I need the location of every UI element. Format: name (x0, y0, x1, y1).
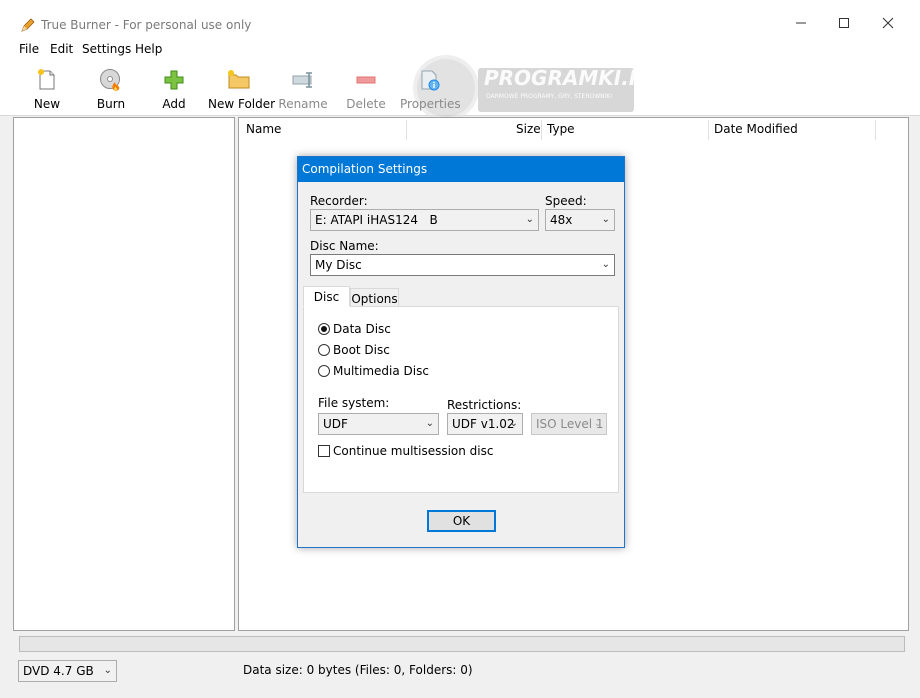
disc-type-value: DVD 4.7 GB (23, 664, 94, 678)
column-separator[interactable] (541, 120, 542, 140)
file-system-value: UDF (323, 417, 348, 431)
restrictions-label: Restrictions: (447, 398, 522, 412)
burn-disc-icon (100, 69, 120, 91)
add-label: Add (162, 97, 186, 111)
chevron-down-icon: ⌄ (509, 418, 518, 429)
column-separator[interactable] (406, 120, 407, 140)
speed-value: 48x (550, 213, 573, 227)
dialog-title: Compilation Settings (298, 157, 624, 182)
recorder-value: E: ATAPI iHAS124 B (315, 213, 438, 227)
new-button[interactable]: New (23, 64, 71, 114)
tab-options[interactable]: Options (350, 288, 399, 307)
compilation-settings-dialog: Compilation Settings Recorder: E: ATAPI … (297, 156, 625, 548)
new-folder-icon (228, 70, 250, 89)
watermark-brand: PROGRAMKI.PL (484, 66, 657, 90)
disc-name-label: Disc Name: (310, 239, 379, 253)
delete-label: Delete (346, 97, 386, 111)
close-icon (882, 17, 894, 29)
boot-disc-radio[interactable] (318, 344, 330, 356)
column-separator[interactable] (708, 120, 709, 140)
new-document-icon (38, 69, 55, 90)
burn-button[interactable]: Burn (86, 64, 136, 114)
burn-progress-bar (19, 636, 905, 652)
column-separator[interactable] (875, 120, 876, 140)
multisession-label[interactable]: Continue multisession disc (333, 444, 493, 458)
maximize-icon (839, 18, 849, 28)
window-title: True Burner - For personal use only (41, 18, 252, 32)
rename-button[interactable]: Rename (277, 64, 329, 114)
properties-icon (421, 70, 440, 91)
burn-label: Burn (96, 97, 126, 111)
ok-button[interactable]: OK (427, 510, 496, 532)
column-header-name[interactable]: Name (246, 118, 281, 140)
speed-label: Speed: (545, 194, 587, 208)
rename-label: Rename (278, 97, 328, 111)
add-plus-icon (164, 70, 184, 90)
new-folder-label: New Folder (208, 97, 276, 111)
restrictions-value: UDF v1.02 (452, 417, 515, 431)
column-header-size[interactable]: Size (516, 118, 541, 140)
folder-tree-pane[interactable] (13, 117, 235, 631)
menu-edit[interactable]: Edit (50, 42, 73, 56)
menu-settings[interactable]: Settings (82, 42, 131, 56)
chevron-down-icon: ⌄ (601, 259, 610, 270)
minimize-icon (796, 22, 806, 24)
column-header-date-modified[interactable]: Date Modified (714, 118, 798, 140)
chevron-down-icon: ⌄ (593, 418, 602, 429)
chevron-down-icon: ⌄ (425, 418, 434, 429)
new-folder-button[interactable]: New Folder (208, 64, 276, 114)
delete-button[interactable]: Delete (342, 64, 390, 114)
new-label: New (33, 97, 61, 111)
restrictions-select[interactable]: UDF v1.02 ⌄ (447, 413, 523, 435)
file-system-select[interactable]: UDF ⌄ (318, 413, 439, 435)
multisession-checkbox[interactable] (318, 445, 330, 457)
rename-icon (292, 72, 312, 88)
data-size-status: Data size: 0 bytes (Files: 0, Folders: 0… (243, 663, 473, 677)
menu-help[interactable]: Help (135, 42, 162, 56)
iso-level-select[interactable]: ISO Level 1 ⌄ (531, 413, 607, 435)
data-disc-label[interactable]: Data Disc (333, 322, 391, 336)
speed-select[interactable]: 48x ⌄ (545, 209, 615, 231)
disc-name-input[interactable]: My Disc ⌄ (310, 254, 615, 276)
recorder-label: Recorder: (310, 194, 368, 208)
app-icon (21, 18, 35, 32)
multimedia-disc-radio[interactable] (318, 365, 330, 377)
properties-label: Properties (400, 97, 461, 111)
maximize-button[interactable] (821, 10, 867, 40)
minimize-button[interactable] (778, 10, 824, 40)
column-header-type[interactable]: Type (547, 118, 575, 140)
multimedia-disc-label[interactable]: Multimedia Disc (333, 364, 429, 378)
watermark-tagline: DARMOWE PROGRAMY, GRY, STEROWNIKI (486, 93, 613, 100)
properties-button[interactable]: Properties (400, 64, 461, 114)
data-disc-radio[interactable] (318, 323, 330, 335)
boot-disc-label[interactable]: Boot Disc (333, 343, 390, 357)
add-button[interactable]: Add (152, 64, 196, 114)
disc-name-value: My Disc (315, 258, 362, 272)
chevron-down-icon: ⌄ (103, 665, 112, 676)
recorder-select[interactable]: E: ATAPI iHAS124 B ⌄ (310, 209, 539, 231)
tab-disc[interactable]: Disc (303, 286, 350, 307)
delete-minus-icon (356, 76, 376, 84)
close-button[interactable] (865, 10, 911, 40)
disc-type-select[interactable]: DVD 4.7 GB ⌄ (18, 660, 117, 682)
chevron-down-icon: ⌄ (601, 214, 610, 225)
menu-file[interactable]: File (19, 42, 39, 56)
file-system-label: File system: (318, 396, 390, 410)
chevron-down-icon: ⌄ (525, 214, 534, 225)
